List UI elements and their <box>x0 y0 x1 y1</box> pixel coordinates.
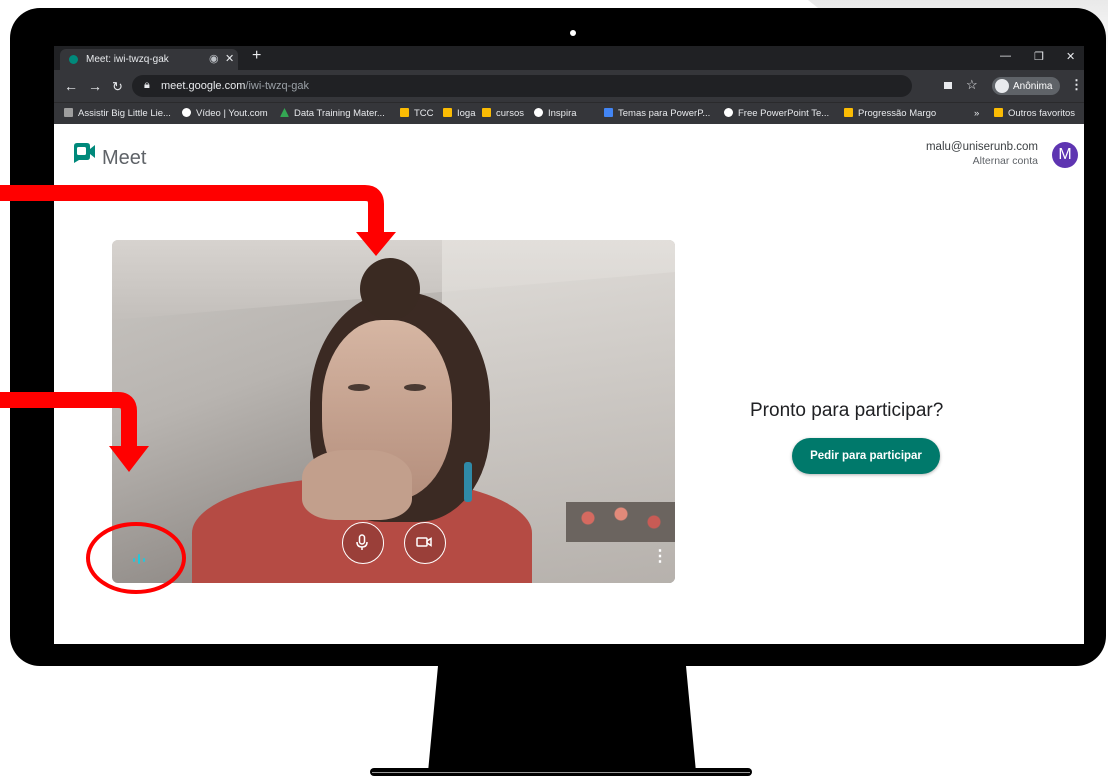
bookmark-label: Ioga <box>457 108 476 119</box>
back-icon[interactable]: ← <box>64 78 78 94</box>
bookmarks-bar: Assistir Big Little Lie... Vídeo | Yout.… <box>54 102 1084 125</box>
folder-icon <box>443 108 452 117</box>
address-bar: ← → ↻ 🔒︎ meet.google.com/iwi-twzq-gak ☆ … <box>54 70 1084 102</box>
preview-flowers <box>566 502 675 542</box>
close-window-icon[interactable]: ✕ <box>1066 50 1075 63</box>
monitor-frame: Meet: iwi-twzq-gak ◉ ✕ + — ❐ ✕ ← → ↻ 🔒︎ … <box>10 8 1106 666</box>
bookmark-label: Assistir Big Little Lie... <box>78 108 171 119</box>
bookmark-item[interactable]: Free PowerPoint Te... <box>724 108 829 119</box>
minimize-icon[interactable]: — <box>1000 50 1011 62</box>
folder-icon <box>400 108 409 117</box>
meet-page: Meet malu@uniserunb.com Alternar conta M <box>54 124 1084 644</box>
bookmark-star-icon[interactable]: ☆ <box>966 77 978 93</box>
globe-icon <box>534 108 543 117</box>
incognito-icon <box>995 79 1009 93</box>
camera-toggle-button[interactable] <box>404 522 446 564</box>
screen: Meet: iwi-twzq-gak ◉ ✕ + — ❐ ✕ ← → ↻ 🔒︎ … <box>54 46 1084 644</box>
bookmark-icon <box>182 108 191 117</box>
reload-icon[interactable]: ↻ <box>112 79 123 95</box>
lock-icon: 🔒︎ <box>144 79 150 91</box>
preview-earring <box>464 462 472 502</box>
bookmark-item[interactable]: Assistir Big Little Lie... <box>64 108 171 119</box>
more-bookmarks-icon[interactable]: » <box>974 108 979 119</box>
bookmark-item[interactable]: Progressão Margo <box>844 108 936 119</box>
tab-title: Meet: iwi-twzq-gak <box>86 54 169 65</box>
smiley-icon <box>724 108 733 117</box>
browser-menu-icon[interactable]: ⋮ <box>1070 77 1083 93</box>
preview-eye <box>348 384 370 391</box>
more-options-icon[interactable]: ⋮ <box>652 546 668 566</box>
restore-icon[interactable]: ❐ <box>1034 50 1044 63</box>
close-tab-icon[interactable]: ✕ <box>225 52 234 65</box>
meet-favicon-icon <box>69 55 78 64</box>
powerpoint-icon <box>604 108 613 117</box>
recording-icon: ◉ <box>209 53 219 65</box>
folder-icon <box>844 108 853 117</box>
monitor-stand <box>428 666 696 772</box>
preview-eye <box>404 384 426 391</box>
incognito-profile-button[interactable]: Anônima <box>992 77 1060 95</box>
account-email: malu@uniserunb.com <box>925 141 1038 153</box>
other-bookmarks-label: Outros favoritos <box>1008 108 1076 119</box>
preview-hand <box>302 450 412 520</box>
forward-icon[interactable]: → <box>88 78 102 94</box>
tab-meet[interactable]: Meet: iwi-twzq-gak ◉ ✕ <box>60 49 238 70</box>
camera-icon <box>416 537 432 547</box>
url-host: meet.google.com <box>161 80 246 92</box>
url-path: /iwi-twzq-gak <box>245 80 309 92</box>
meet-brand: Meet <box>102 147 147 169</box>
bookmark-label: Temas para PowerP... <box>618 108 711 119</box>
url-field[interactable]: 🔒︎ meet.google.com/iwi-twzq-gak <box>132 75 912 97</box>
bookmark-label: Free PowerPoint Te... <box>738 108 830 119</box>
bookmark-item[interactable]: Ioga <box>443 108 476 119</box>
bookmark-label: Inspira <box>548 108 577 119</box>
new-tab-icon[interactable]: + <box>252 47 261 65</box>
preview-hair-bun <box>360 258 420 320</box>
camera-preview: ⋮ <box>112 240 675 583</box>
other-bookmarks[interactable]: Outros favoritos <box>994 108 1075 119</box>
microphone-toggle-button[interactable] <box>342 522 384 564</box>
camera-in-use-icon[interactable] <box>944 82 952 89</box>
tab-bar: Meet: iwi-twzq-gak ◉ ✕ + — ❐ ✕ <box>54 46 1084 70</box>
folder-icon <box>994 108 1003 117</box>
avatar[interactable]: M <box>1052 142 1078 168</box>
bookmark-icon <box>64 108 73 117</box>
bookmark-label: Data Training Mater... <box>294 108 385 119</box>
bookmark-item[interactable]: Temas para PowerP... <box>604 108 710 119</box>
meet-logo-icon <box>74 143 95 163</box>
bookmark-label: cursos <box>496 108 524 119</box>
audio-level-icon <box>133 554 145 564</box>
bookmark-item[interactable]: TCC <box>400 108 434 119</box>
ask-to-join-button[interactable]: Pedir para participar <box>792 438 940 474</box>
bookmark-item[interactable]: cursos <box>482 108 524 119</box>
bookmark-item[interactable]: Data Training Mater... <box>280 108 385 119</box>
microphone-icon <box>356 534 368 550</box>
url-text: meet.google.com/iwi-twzq-gak <box>161 80 309 92</box>
bookmark-label: TCC <box>414 108 434 119</box>
switch-account-link[interactable]: Alternar conta <box>926 154 1038 168</box>
account-info[interactable]: malu@uniserunb.com Alternar conta <box>926 140 1038 168</box>
bookmark-item[interactable]: Vídeo | Yout.com <box>182 108 268 119</box>
folder-icon <box>482 108 491 117</box>
ready-to-join-heading: Pronto para participar? <box>750 400 944 421</box>
monitor-base-highlight <box>372 772 750 773</box>
webcam-dot <box>570 30 576 36</box>
profile-label: Anônima <box>1013 81 1053 92</box>
bookmark-label: Progressão Margo <box>858 108 937 119</box>
drive-icon <box>280 108 289 117</box>
bookmark-label: Vídeo | Yout.com <box>196 108 268 119</box>
bookmark-item[interactable]: Inspira <box>534 108 577 119</box>
